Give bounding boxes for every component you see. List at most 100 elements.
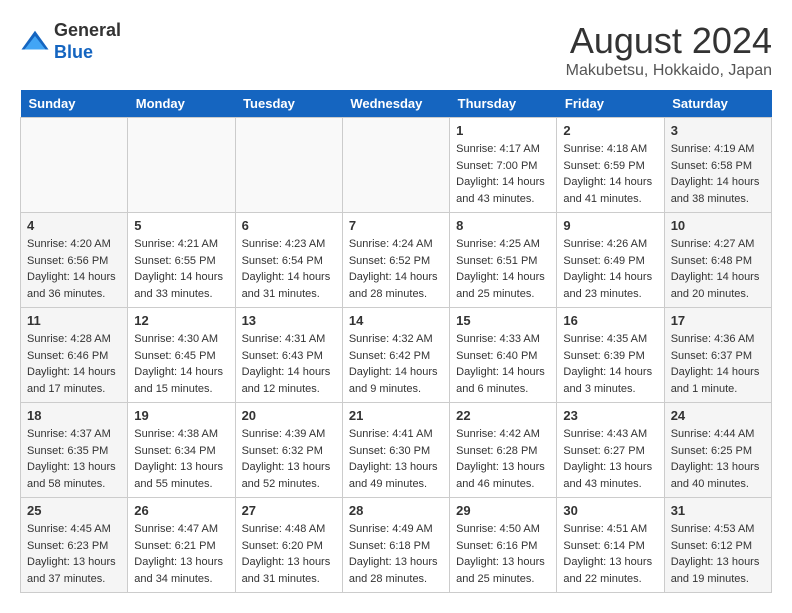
calendar-cell: 11Sunrise: 4:28 AMSunset: 6:46 PMDayligh… — [21, 308, 128, 403]
day-detail: Sunrise: 4:28 AMSunset: 6:46 PMDaylight:… — [27, 331, 121, 397]
day-number: 10 — [671, 218, 765, 233]
logo-icon — [20, 27, 50, 57]
day-number: 21 — [349, 408, 443, 423]
day-detail: Sunrise: 4:20 AMSunset: 6:56 PMDaylight:… — [27, 236, 121, 302]
col-header-tuesday: Tuesday — [235, 90, 342, 118]
calendar-table: SundayMondayTuesdayWednesdayThursdayFrid… — [20, 90, 772, 593]
calendar-cell: 6 Sunrise: 4:23 AMSunset: 6:54 PMDaylight… — [235, 213, 342, 308]
day-detail: Sunrise: 4:36 AMSunset: 6:37 PMDaylight:… — [671, 331, 765, 397]
day-number: 31 — [671, 503, 765, 518]
calendar-cell: 24 Sunrise: 4:44 AMSunset: 6:25 PMDayligh… — [664, 403, 771, 498]
day-number: 7 — [349, 218, 443, 233]
calendar-cell: 26Sunrise: 4:47 AMSunset: 6:21 PMDayligh… — [128, 498, 235, 593]
day-number: 22 — [456, 408, 550, 423]
month-title: August 2024 — [566, 20, 772, 62]
calendar-cell: 9 Sunrise: 4:26 AMSunset: 6:49 PMDaylight… — [557, 213, 664, 308]
page-header: General Blue August 2024 Makubetsu, Hokk… — [20, 20, 772, 80]
day-number: 30 — [563, 503, 657, 518]
day-detail: Sunrise: 4:43 AMSunset: 6:27 PMDaylight:… — [563, 426, 657, 492]
day-detail: Sunrise: 4:27 AMSunset: 6:48 PMDaylight:… — [671, 236, 765, 302]
day-detail: Sunrise: 4:47 AMSunset: 6:21 PMDaylight:… — [134, 521, 228, 587]
calendar-cell — [342, 118, 449, 213]
day-detail: Sunrise: 4:31 AMSunset: 6:43 PMDaylight:… — [242, 331, 336, 397]
day-detail: Sunrise: 4:51 AMSunset: 6:14 PMDaylight:… — [563, 521, 657, 587]
col-header-wednesday: Wednesday — [342, 90, 449, 118]
calendar-cell: 28Sunrise: 4:49 AMSunset: 6:18 PMDayligh… — [342, 498, 449, 593]
day-number: 4 — [27, 218, 121, 233]
calendar-cell: 19 Sunrise: 4:38 AMSunset: 6:34 PMDayligh… — [128, 403, 235, 498]
calendar-cell: 16 Sunrise: 4:35 AMSunset: 6:39 PMDayligh… — [557, 308, 664, 403]
week-row-1: 1 Sunrise: 4:17 AMSunset: 7:00 PMDaylight… — [21, 118, 772, 213]
col-header-thursday: Thursday — [450, 90, 557, 118]
calendar-cell: 13 Sunrise: 4:31 AMSunset: 6:43 PMDayligh… — [235, 308, 342, 403]
day-number: 18 — [27, 408, 121, 423]
calendar-cell: 7 Sunrise: 4:24 AMSunset: 6:52 PMDaylight… — [342, 213, 449, 308]
calendar-cell: 2 Sunrise: 4:18 AMSunset: 6:59 PMDaylight… — [557, 118, 664, 213]
day-number: 29 — [456, 503, 550, 518]
day-detail: Sunrise: 4:17 AMSunset: 7:00 PMDaylight:… — [456, 141, 550, 207]
day-detail: Sunrise: 4:48 AMSunset: 6:20 PMDaylight:… — [242, 521, 336, 587]
day-detail: Sunrise: 4:44 AMSunset: 6:25 PMDaylight:… — [671, 426, 765, 492]
calendar-cell: 17 Sunrise: 4:36 AMSunset: 6:37 PMDayligh… — [664, 308, 771, 403]
logo: General Blue — [20, 20, 121, 63]
day-detail: Sunrise: 4:23 AMSunset: 6:54 PMDaylight:… — [242, 236, 336, 302]
day-number: 3 — [671, 123, 765, 138]
day-number: 12 — [134, 313, 228, 328]
logo-text-general: General — [54, 20, 121, 40]
day-detail: Sunrise: 4:53 AMSunset: 6:12 PMDaylight:… — [671, 521, 765, 587]
day-detail: Sunrise: 4:38 AMSunset: 6:34 PMDaylight:… — [134, 426, 228, 492]
calendar-cell: 18 Sunrise: 4:37 AMSunset: 6:35 PMDayligh… — [21, 403, 128, 498]
calendar-cell: 27Sunrise: 4:48 AMSunset: 6:20 PMDayligh… — [235, 498, 342, 593]
calendar-cell: 29Sunrise: 4:50 AMSunset: 6:16 PMDayligh… — [450, 498, 557, 593]
day-detail: Sunrise: 4:35 AMSunset: 6:39 PMDaylight:… — [563, 331, 657, 397]
day-number: 25 — [27, 503, 121, 518]
col-header-monday: Monday — [128, 90, 235, 118]
calendar-cell: 3Sunrise: 4:19 AMSunset: 6:58 PMDaylight… — [664, 118, 771, 213]
day-number: 15 — [456, 313, 550, 328]
day-detail: Sunrise: 4:26 AMSunset: 6:49 PMDaylight:… — [563, 236, 657, 302]
col-header-sunday: Sunday — [21, 90, 128, 118]
calendar-cell: 21Sunrise: 4:41 AMSunset: 6:30 PMDayligh… — [342, 403, 449, 498]
day-number: 1 — [456, 123, 550, 138]
day-detail: Sunrise: 4:30 AMSunset: 6:45 PMDaylight:… — [134, 331, 228, 397]
day-detail: Sunrise: 4:39 AMSunset: 6:32 PMDaylight:… — [242, 426, 336, 492]
day-number: 13 — [242, 313, 336, 328]
day-number: 24 — [671, 408, 765, 423]
day-detail: Sunrise: 4:33 AMSunset: 6:40 PMDaylight:… — [456, 331, 550, 397]
day-number: 9 — [563, 218, 657, 233]
title-block: August 2024 Makubetsu, Hokkaido, Japan — [566, 20, 772, 80]
day-detail: Sunrise: 4:45 AMSunset: 6:23 PMDaylight:… — [27, 521, 121, 587]
day-number: 17 — [671, 313, 765, 328]
day-detail: Sunrise: 4:37 AMSunset: 6:35 PMDaylight:… — [27, 426, 121, 492]
day-detail: Sunrise: 4:42 AMSunset: 6:28 PMDaylight:… — [456, 426, 550, 492]
location: Makubetsu, Hokkaido, Japan — [566, 62, 772, 80]
calendar-cell: 31 Sunrise: 4:53 AMSunset: 6:12 PMDayligh… — [664, 498, 771, 593]
calendar-cell — [128, 118, 235, 213]
day-number: 23 — [563, 408, 657, 423]
calendar-cell: 22 Sunrise: 4:42 AMSunset: 6:28 PMDayligh… — [450, 403, 557, 498]
week-row-4: 18 Sunrise: 4:37 AMSunset: 6:35 PMDayligh… — [21, 403, 772, 498]
day-number: 20 — [242, 408, 336, 423]
calendar-cell: 30 Sunrise: 4:51 AMSunset: 6:14 PMDayligh… — [557, 498, 664, 593]
day-detail: Sunrise: 4:24 AMSunset: 6:52 PMDaylight:… — [349, 236, 443, 302]
calendar-header-row: SundayMondayTuesdayWednesdayThursdayFrid… — [21, 90, 772, 118]
col-header-friday: Friday — [557, 90, 664, 118]
week-row-2: 4 Sunrise: 4:20 AMSunset: 6:56 PMDaylight… — [21, 213, 772, 308]
calendar-cell: 5Sunrise: 4:21 AMSunset: 6:55 PMDaylight… — [128, 213, 235, 308]
calendar-cell: 10 Sunrise: 4:27 AMSunset: 6:48 PMDayligh… — [664, 213, 771, 308]
day-number: 16 — [563, 313, 657, 328]
calendar-cell — [235, 118, 342, 213]
logo-text-blue: Blue — [54, 42, 93, 62]
day-number: 8 — [456, 218, 550, 233]
calendar-cell: 14Sunrise: 4:32 AMSunset: 6:42 PMDayligh… — [342, 308, 449, 403]
day-number: 6 — [242, 218, 336, 233]
day-number: 28 — [349, 503, 443, 518]
calendar-cell: 20 Sunrise: 4:39 AMSunset: 6:32 PMDayligh… — [235, 403, 342, 498]
col-header-saturday: Saturday — [664, 90, 771, 118]
day-detail: Sunrise: 4:25 AMSunset: 6:51 PMDaylight:… — [456, 236, 550, 302]
day-number: 19 — [134, 408, 228, 423]
calendar-cell: 1 Sunrise: 4:17 AMSunset: 7:00 PMDaylight… — [450, 118, 557, 213]
day-number: 2 — [563, 123, 657, 138]
calendar-cell: 8 Sunrise: 4:25 AMSunset: 6:51 PMDaylight… — [450, 213, 557, 308]
day-detail: Sunrise: 4:18 AMSunset: 6:59 PMDaylight:… — [563, 141, 657, 207]
